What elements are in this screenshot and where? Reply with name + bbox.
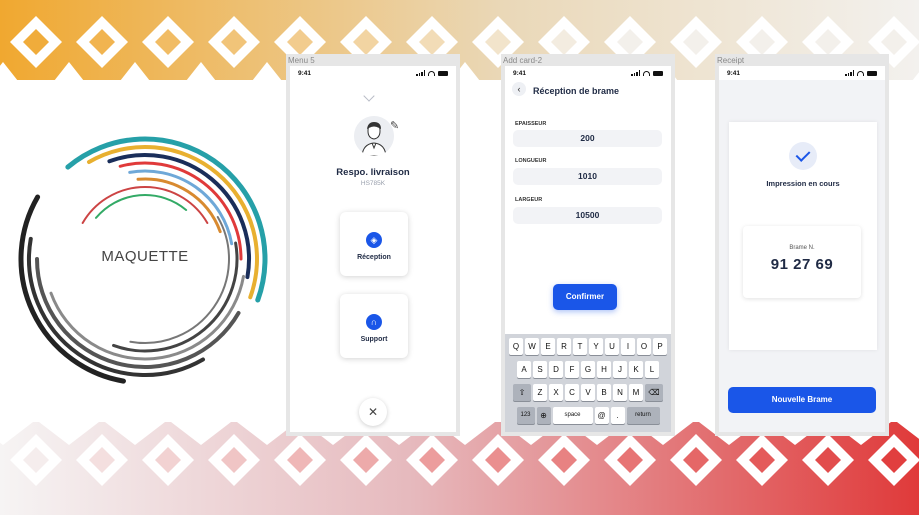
frame-title: Receipt <box>717 56 745 65</box>
key-c[interactable]: C <box>565 384 579 401</box>
headset-icon: ∩ <box>366 314 382 330</box>
status-bar: 9:41 <box>290 66 456 80</box>
key-f[interactable]: F <box>565 361 579 378</box>
numbers-key[interactable]: 123 <box>516 407 535 424</box>
globe-key[interactable]: ⊕ <box>536 407 551 424</box>
page-title: Réception de brame <box>533 86 620 96</box>
avatar <box>354 116 394 156</box>
key-m[interactable]: M <box>629 384 643 401</box>
key-b[interactable]: B <box>597 384 611 401</box>
add-card-frame: Add card-2 9:41 ‹ Réception de brame EPA… <box>501 54 675 436</box>
receipt-frame: Receipt 9:41 Impression en cours Brame N… <box>715 54 889 436</box>
backspace-key[interactable]: ⌫ <box>645 384 663 401</box>
maquette-logo: MAQUETTE <box>14 128 276 390</box>
key-l[interactable]: L <box>645 361 659 378</box>
reception-label: Réception <box>357 254 391 261</box>
checkmark-icon <box>789 142 817 170</box>
receipt-screen: 9:41 Impression en cours Brame N. 91 27 … <box>719 66 885 432</box>
key-j[interactable]: J <box>613 361 627 378</box>
battery-icon <box>653 70 663 76</box>
frame-title: Add card-2 <box>503 56 543 65</box>
receipt-paper: Impression en cours Brame N. 91 27 69 <box>729 122 877 350</box>
longueur-label: LONGUEUR <box>515 158 547 164</box>
key-w[interactable]: W <box>525 338 539 355</box>
print-status: Impression en cours <box>766 179 840 188</box>
battery-icon <box>867 70 877 76</box>
support-label: Support <box>360 336 388 343</box>
key-a[interactable]: A <box>517 361 531 378</box>
signal-icon <box>631 70 640 76</box>
key-g[interactable]: G <box>581 361 595 378</box>
return-key[interactable]: return <box>626 407 660 424</box>
key-i[interactable]: I <box>621 338 635 355</box>
signal-icon <box>845 70 854 76</box>
status-time: 9:41 <box>298 70 312 77</box>
user-avatar-icon <box>354 116 394 156</box>
epaisseur-label: EPAISSEUR <box>515 121 547 127</box>
logo-arc <box>87 145 259 300</box>
key-y[interactable]: Y <box>589 338 603 355</box>
nouvelle-brame-button[interactable]: Nouvelle Brame <box>728 387 876 413</box>
logo-text: MAQUETTE <box>101 248 189 265</box>
key-d[interactable]: D <box>549 361 563 378</box>
largeur-field[interactable]: 10500 <box>513 207 662 224</box>
wifi-icon <box>857 70 864 76</box>
shift-key[interactable]: ⇧ <box>513 384 531 401</box>
brame-number-value: 91 27 69 <box>770 256 834 273</box>
close-button[interactable]: ✕ <box>359 398 387 426</box>
key-r[interactable]: R <box>557 338 571 355</box>
key-u[interactable]: U <box>605 338 619 355</box>
largeur-label: LARGEUR <box>515 197 543 203</box>
frame-title: Menu 5 <box>288 56 315 65</box>
key-p[interactable]: P <box>653 338 667 355</box>
at-key[interactable]: @ <box>594 407 609 424</box>
key-x[interactable]: X <box>549 384 563 401</box>
wifi-icon <box>643 70 650 76</box>
on-screen-keyboard: QWERTYUIOP ASDFGHJKL ⇧ ZXCVBNM ⌫ 123 ⊕ s… <box>505 334 671 432</box>
battery-icon <box>438 70 448 76</box>
dot-key[interactable]: . <box>610 407 625 424</box>
key-k[interactable]: K <box>629 361 643 378</box>
user-name: Respo. livraison <box>336 167 410 178</box>
key-n[interactable]: N <box>613 384 627 401</box>
reception-menu-card[interactable]: ◈ Réception <box>340 212 408 276</box>
status-time: 9:41 <box>513 70 527 77</box>
chevron-left-icon: ‹ <box>517 84 521 94</box>
key-v[interactable]: V <box>581 384 595 401</box>
key-e[interactable]: E <box>541 338 555 355</box>
key-t[interactable]: T <box>573 338 587 355</box>
logo-arc <box>129 216 230 344</box>
edit-pencil-icon[interactable]: ✎ <box>390 119 399 132</box>
space-key[interactable]: space <box>552 407 593 424</box>
key-q[interactable]: Q <box>509 338 523 355</box>
close-icon: ✕ <box>367 405 379 419</box>
epaisseur-field[interactable]: 200 <box>513 130 662 147</box>
key-s[interactable]: S <box>533 361 547 378</box>
add-card-screen: 9:41 ‹ Réception de brame EPAISSEUR 200 … <box>505 66 671 432</box>
user-code: HS785K <box>360 180 386 187</box>
key-h[interactable]: H <box>597 361 611 378</box>
confirm-button[interactable]: Confirmer <box>553 284 617 310</box>
status-bar: 9:41 <box>505 66 671 80</box>
status-time: 9:41 <box>727 70 741 77</box>
brame-number-card: Brame N. 91 27 69 <box>743 226 861 298</box>
back-button[interactable]: ‹ <box>512 82 526 96</box>
tag-icon: ◈ <box>366 232 382 248</box>
longueur-field[interactable]: 1010 <box>513 168 662 185</box>
menu-frame: Menu 5 9:41 ✎ Respo. livraison HS785K ◈ <box>286 54 460 436</box>
key-o[interactable]: O <box>637 338 651 355</box>
chevron-down-icon[interactable] <box>363 90 375 102</box>
signal-icon <box>416 70 425 76</box>
key-z[interactable]: Z <box>533 384 547 401</box>
wifi-icon <box>428 70 435 76</box>
menu-screen: 9:41 ✎ Respo. livraison HS785K ◈ Récepti… <box>290 66 456 432</box>
brame-number-label: Brame N. <box>789 245 815 251</box>
support-menu-card[interactable]: ∩ Support <box>340 294 408 358</box>
logo-arc <box>94 194 188 219</box>
status-bar: 9:41 <box>719 66 885 80</box>
